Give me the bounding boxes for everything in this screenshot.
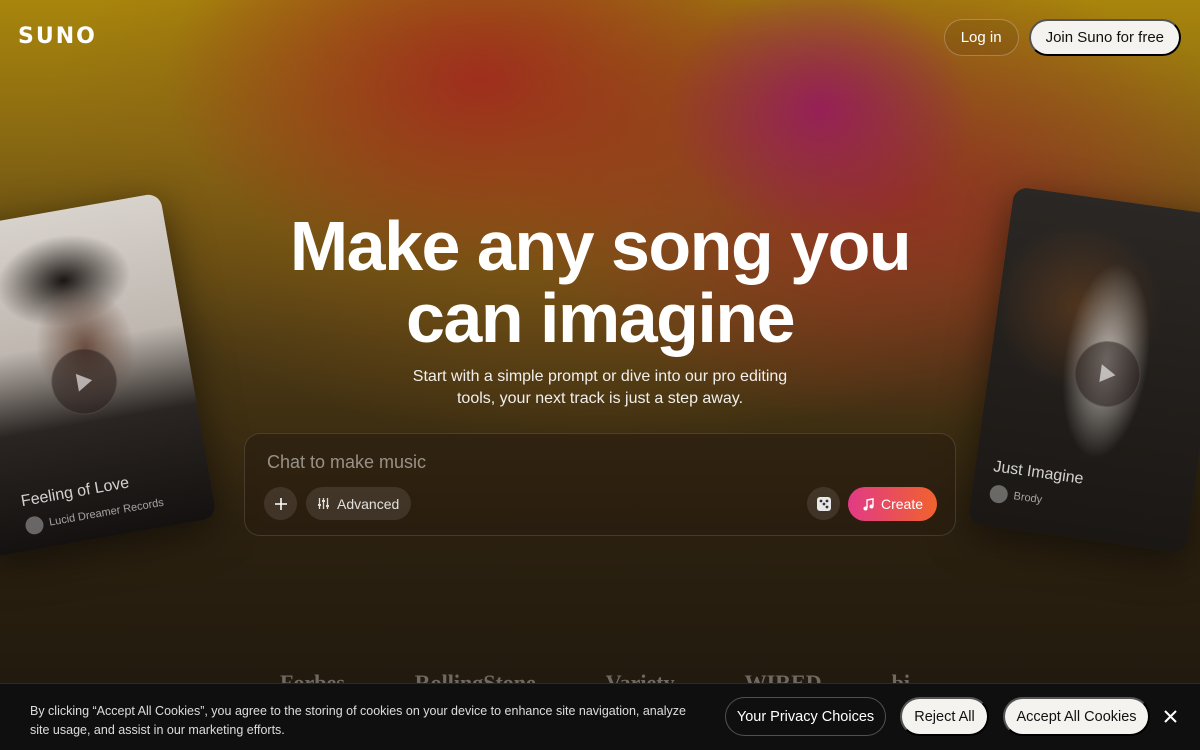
- play-icon: [1099, 364, 1116, 383]
- chat-input[interactable]: [267, 452, 867, 473]
- avatar: [988, 483, 1009, 505]
- header-actions: Log in Join Suno for free: [943, 19, 1181, 56]
- hero-title-line-1: Make any song you: [289, 207, 912, 285]
- random-prompt-button[interactable]: [807, 487, 840, 520]
- song-artist: Brody: [988, 483, 1044, 509]
- hero-subtitle-line-2: tools, your next track is just a step aw…: [456, 390, 744, 407]
- hero-title: Make any song you can imagine: [0, 210, 1200, 354]
- create-button[interactable]: Create: [848, 487, 937, 521]
- avatar: [24, 514, 45, 536]
- song-title: Just Imagine: [992, 458, 1085, 488]
- cookie-text: By clicking “Accept All Cookies”, you ag…: [30, 704, 686, 737]
- suno-logo[interactable]: SUNO: [18, 24, 97, 49]
- music-note-icon: [863, 497, 874, 510]
- close-icon[interactable]: [1160, 706, 1180, 726]
- play-button[interactable]: [46, 343, 123, 420]
- dice-icon: [816, 496, 831, 511]
- artist-name: Brody: [1012, 490, 1043, 507]
- advanced-button[interactable]: Advanced: [306, 487, 412, 520]
- cookie-banner: By clicking “Accept All Cookies”, you ag…: [0, 683, 1200, 750]
- plus-icon: [274, 497, 287, 510]
- create-label: Create: [880, 496, 924, 512]
- chat-composer: Advanced Create: [244, 433, 956, 536]
- hero-title-line-2: can imagine: [405, 279, 796, 357]
- sliders-icon: [318, 498, 329, 509]
- play-icon: [75, 373, 93, 392]
- reject-all-button[interactable]: Reject All: [900, 697, 989, 736]
- accept-all-button[interactable]: Accept All Cookies: [1003, 697, 1150, 736]
- login-button[interactable]: Log in: [943, 19, 1019, 56]
- add-button[interactable]: [264, 487, 297, 520]
- join-button[interactable]: Join Suno for free: [1028, 19, 1181, 56]
- hero-subtitle-line-1: Start with a simple prompt or dive into …: [412, 368, 788, 385]
- hero-subtitle: Start with a simple prompt or dive into …: [400, 366, 800, 410]
- advanced-label: Advanced: [337, 495, 400, 512]
- privacy-choices-button[interactable]: Your Privacy Choices: [725, 697, 886, 736]
